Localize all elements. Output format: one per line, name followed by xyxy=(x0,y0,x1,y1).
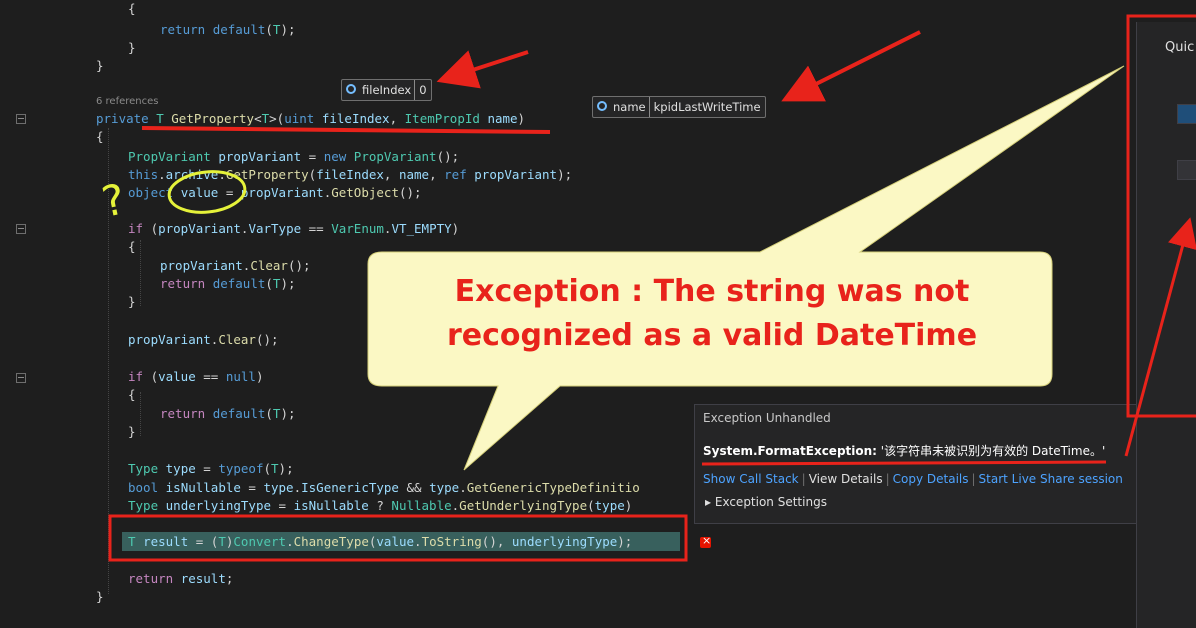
callout-bubble xyxy=(367,65,1125,471)
quickwatch-red-box xyxy=(1126,14,1196,418)
callout-line-2: recognized as a valid DateTime xyxy=(446,318,978,353)
question-mark: ? xyxy=(98,174,130,227)
arrow-to-quickwatch xyxy=(1124,217,1196,457)
signature-underline xyxy=(141,126,551,134)
arrow-to-name xyxy=(781,30,921,102)
highlighted-line-red-box xyxy=(108,514,688,562)
callout-line-1: Exception : The string was not xyxy=(454,274,970,309)
callout-text: Exception : The string was not recognize… xyxy=(372,270,1052,358)
arrow-to-fileindex xyxy=(436,50,529,89)
exception-underline xyxy=(701,460,1107,466)
value-circle xyxy=(167,170,247,214)
